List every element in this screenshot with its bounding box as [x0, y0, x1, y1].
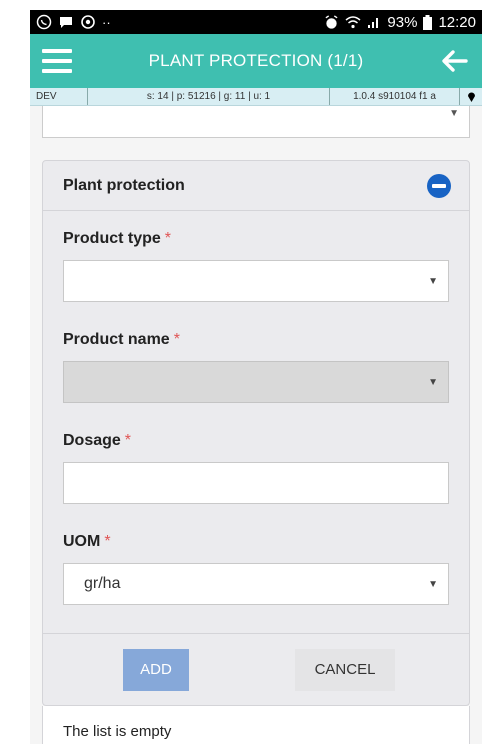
required-marker: *: [164, 230, 172, 247]
wifi-icon: [345, 16, 361, 29]
plant-protection-panel: Plant protection Product type * ▼ Product…: [42, 160, 470, 706]
required-marker: *: [104, 533, 111, 550]
dev-version: 1.0.4 s910104 f1 a: [330, 88, 460, 105]
uom-label: UOM *: [63, 532, 449, 552]
collapse-icon[interactable]: [427, 173, 451, 198]
alarm-icon: [325, 14, 338, 29]
panel-form: Product type * ▼ Product name * ▼ Dosage *: [43, 211, 469, 605]
message-icon: [60, 17, 72, 28]
app-bar: PLANT PROTECTION (1/1): [30, 34, 482, 88]
panel-header: Plant protection: [43, 161, 469, 211]
dev-stats: s: 14 | p: 51216 | g: 11 | u: 1: [88, 88, 330, 105]
battery-icon: [423, 14, 433, 30]
dropdown-caret-icon: ▼: [449, 108, 459, 119]
product-type-label-text: Product type: [63, 230, 161, 247]
product-type-select[interactable]: ▼: [63, 260, 449, 302]
signal-icon: [368, 18, 379, 28]
add-button[interactable]: ADD: [123, 648, 189, 691]
whatsapp-icon: [36, 14, 52, 30]
battery-percent: 93%: [387, 13, 418, 31]
uom-select[interactable]: gr/ha ▼: [63, 563, 449, 605]
more-dots-icon: ··: [102, 14, 111, 30]
product-name-select: ▼: [63, 361, 449, 403]
cancel-button[interactable]: CANCEL: [295, 648, 395, 691]
required-marker: *: [173, 331, 180, 348]
uom-label-text: UOM: [63, 533, 101, 550]
back-arrow-icon[interactable]: [440, 49, 468, 73]
location-pin-icon: [460, 88, 482, 105]
product-type-label: Product type *: [63, 229, 449, 249]
previous-select-field[interactable]: ▼: [42, 106, 470, 138]
panel-title: Plant protection: [63, 176, 185, 194]
sync-icon: [81, 15, 95, 29]
dropdown-caret-icon: ▼: [428, 376, 438, 388]
dropdown-caret-icon: ▼: [428, 275, 438, 287]
menu-icon[interactable]: [42, 49, 72, 73]
dev-info-bar: DEV s: 14 | p: 51216 | g: 11 | u: 1 1.0.…: [30, 88, 482, 106]
clock: 12:20: [438, 13, 476, 31]
dosage-input[interactable]: [63, 462, 449, 504]
empty-list-message: The list is empty: [42, 706, 470, 744]
dropdown-caret-icon: ▼: [428, 578, 438, 590]
status-bar: ·· 93% 12:20: [30, 10, 482, 34]
dosage-label-text: Dosage: [63, 432, 121, 449]
main-content: ▼ Plant protection Product type * ▼ Produ…: [30, 106, 482, 744]
product-name-label-text: Product name: [63, 331, 170, 348]
product-name-label: Product name *: [63, 330, 449, 350]
app-screen: ·· 93% 12:20 PLANT PROTECTION (1/1) DEV …: [30, 10, 482, 744]
notification-icons: ··: [36, 14, 111, 30]
uom-value: gr/ha: [84, 575, 121, 592]
system-icons: 93% 12:20: [324, 14, 476, 31]
panel-actions: ADD CANCEL: [43, 633, 469, 705]
dosage-label: Dosage *: [63, 431, 449, 451]
page-title: PLANT PROTECTION (1/1): [148, 51, 364, 70]
required-marker: *: [124, 432, 132, 449]
dev-env-label: DEV: [30, 88, 88, 105]
